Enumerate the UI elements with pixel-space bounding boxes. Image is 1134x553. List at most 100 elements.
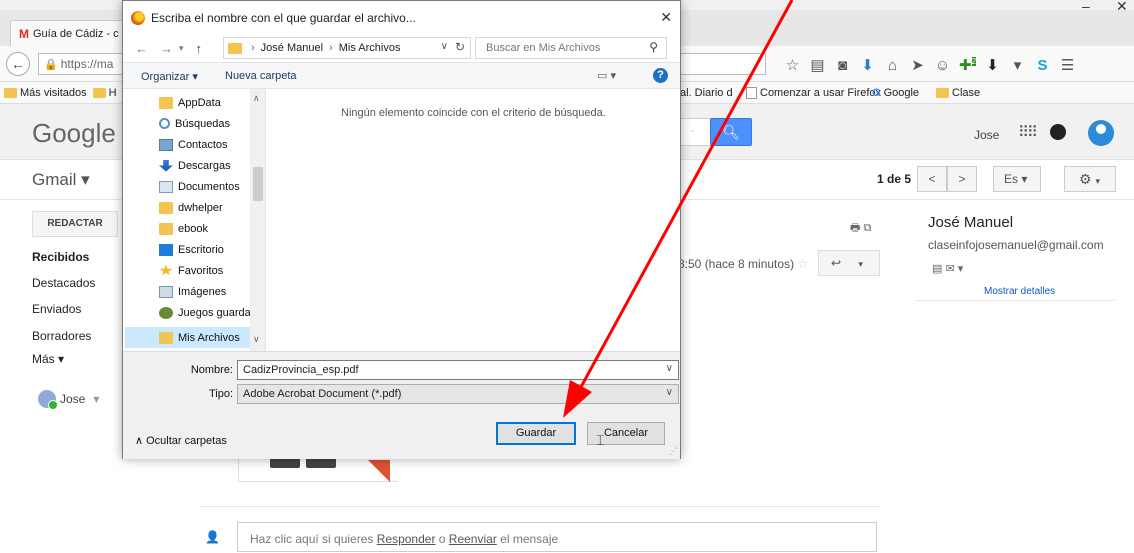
new-folder-button[interactable]: Nueva carpeta — [225, 70, 297, 82]
close-icon[interactable]: ✕ — [660, 9, 672, 26]
star-icon[interactable]: ☆ — [797, 257, 808, 271]
bookmark-h[interactable]: H — [92, 87, 117, 99]
lock-icon: 🔒 — [44, 58, 58, 71]
gmail-search-input[interactable]: - — [680, 118, 710, 146]
nav-starred[interactable]: Destacados — [32, 276, 95, 290]
nav-inbox[interactable]: Recibidos — [32, 250, 89, 264]
minimize-button[interactable]: – — [1082, 0, 1090, 14]
sender-email: claseinfojosemanuel@gmail.com — [928, 238, 1104, 252]
folder-icon — [159, 222, 173, 235]
organize-button[interactable]: Organizar ▾ — [141, 70, 198, 83]
folder-item[interactable]: AppData — [159, 92, 221, 113]
bookmark-clase[interactable]: Clase — [936, 87, 980, 99]
nav-more[interactable]: Más ▾ — [32, 352, 64, 366]
folder-item[interactable]: Descargas — [159, 155, 231, 176]
nav-sent[interactable]: Enviados — [32, 302, 81, 316]
folder-item[interactable]: Favoritos — [159, 260, 223, 281]
up-arrow-icon[interactable]: ↑ — [196, 41, 203, 56]
folder-item[interactable]: Búsquedas — [159, 113, 230, 134]
compose-button[interactable]: REDACTAR — [32, 211, 118, 237]
chevron-down-icon[interactable]: ∨ — [666, 363, 673, 374]
reply-prompt-prefix: Haz clic aquí si quieres — [250, 532, 377, 546]
folder-label: dwhelper — [178, 201, 223, 214]
apps-grid-icon[interactable]: ⠿⠿ — [1018, 123, 1038, 141]
download-arrow-icon[interactable]: ⬇ — [855, 56, 880, 74]
menu-icon[interactable]: ☰ — [1055, 56, 1080, 74]
scrollbar-thumb[interactable] — [253, 167, 263, 201]
bookmark-diario[interactable]: al. Diario d — [680, 87, 733, 99]
settings-button[interactable]: ⚙ ▾ — [1064, 166, 1116, 192]
language-button[interactable]: Es ▾ — [993, 166, 1041, 192]
help-icon[interactable]: ? — [653, 68, 668, 83]
gmail-user-name[interactable]: Jose — [974, 128, 999, 142]
chevron-down-icon[interactable]: ∨ — [253, 334, 260, 345]
extension-badge-icon[interactable]: ✚2 — [955, 56, 980, 74]
folder-icon — [936, 87, 949, 98]
sender-actions-icon[interactable]: ▤ ✉ ▾ — [932, 262, 963, 275]
games-icon — [159, 306, 173, 319]
gmail-menu-label[interactable]: Gmail ▾ — [32, 170, 90, 190]
bookmark-mas-visitados[interactable]: Más visitados — [4, 87, 87, 99]
home-icon[interactable]: ⌂ — [880, 57, 905, 74]
window-close-button[interactable]: ✕ — [1116, 0, 1128, 15]
refresh-icon[interactable]: ↻ — [455, 40, 465, 54]
print-icon[interactable]: 🖶 ⧉ — [850, 219, 871, 238]
folder-item[interactable]: Escritorio — [159, 239, 224, 260]
bookmark-comenzar-firefox[interactable]: Comenzar a usar Firefox — [746, 86, 881, 99]
chevron-down-icon: ▾ — [1095, 176, 1100, 186]
chat-icon[interactable]: ☺ — [930, 57, 955, 74]
gmail-search-button[interactable]: 🔍︎ — [710, 118, 752, 146]
next-page-button[interactable]: > — [947, 166, 977, 192]
folder-item[interactable]: Imágenes — [159, 281, 226, 302]
browser-tab-gmail[interactable]: M Guía de Cádiz - c — [10, 20, 130, 46]
folder-item[interactable]: ebook — [159, 218, 208, 239]
star-icon[interactable]: ☆ — [780, 56, 805, 74]
back-arrow-icon[interactable]: ← — [6, 52, 30, 76]
folder-item[interactable]: Documentos — [159, 176, 240, 197]
google-logo[interactable]: Google — [32, 118, 116, 149]
dialog-search-input[interactable]: Buscar en Mis Archivos ⚲ — [475, 37, 667, 59]
chevron-up-icon[interactable]: ∧ — [253, 93, 260, 104]
filename-input[interactable]: CadizProvincia_esp.pdf ∨ — [237, 360, 679, 380]
breadcrumb-item[interactable]: José Manuel — [261, 42, 323, 54]
reader-icon[interactable]: ▤ — [805, 56, 830, 74]
back-arrow-icon[interactable]: ← — [135, 41, 148, 56]
overflow-chevron-icon[interactable]: ▾ — [1005, 56, 1030, 74]
save-button[interactable]: Guardar — [496, 422, 576, 445]
notifications-icon[interactable] — [1050, 124, 1066, 140]
send-icon[interactable]: ➤ — [905, 56, 930, 74]
bookmark-google[interactable]: G Google — [872, 87, 919, 99]
folder-tree-scrollbar[interactable]: ∧ ∨ — [250, 89, 265, 351]
folder-item[interactable]: Contactos — [159, 134, 228, 155]
avatar[interactable] — [1088, 120, 1114, 146]
filetype-select[interactable]: Adobe Acrobat Document (*.pdf) ∨ — [237, 384, 679, 404]
bookmark-label: Más visitados — [20, 86, 87, 99]
breadcrumb-item[interactable]: Mis Archivos — [339, 42, 401, 54]
divider — [915, 300, 1115, 301]
url-bar-end[interactable] — [676, 53, 766, 75]
download-icon[interactable]: ⬇ — [980, 56, 1005, 74]
chevron-down-icon[interactable]: ▾ — [179, 43, 184, 54]
resize-grip-icon[interactable]: ⋰ — [669, 446, 678, 457]
nav-drafts[interactable]: Borradores — [32, 329, 91, 343]
folder-item[interactable]: Juegos guarda — [159, 302, 251, 323]
chevron-down-icon[interactable]: ∨ — [666, 387, 673, 398]
hide-folders-toggle[interactable]: ∧ Ocultar carpetas — [135, 434, 227, 447]
reply-link[interactable]: Responder — [377, 532, 436, 546]
prev-page-button[interactable]: < — [917, 166, 947, 192]
reply-prompt-box[interactable]: Haz clic aquí si quieres Responder o Ree… — [237, 522, 877, 552]
show-details-link[interactable]: Mostrar detalles — [984, 286, 1055, 297]
skype-icon[interactable]: S — [1030, 57, 1055, 74]
view-options-icon[interactable]: ▭ ▾ — [597, 69, 616, 82]
folder-label: Mis Archivos — [178, 331, 240, 344]
forward-link[interactable]: Reenviar — [449, 532, 497, 546]
forward-arrow-icon[interactable]: → — [160, 41, 173, 56]
breadcrumb[interactable]: › José Manuel › Mis Archivos ∨ ↻ — [223, 37, 471, 59]
pocket-icon[interactable]: ◙ — [830, 57, 855, 74]
folder-item-selected[interactable]: Mis Archivos — [125, 327, 250, 348]
url-bar[interactable]: 🔒 https://ma — [38, 53, 128, 75]
chevron-down-icon[interactable]: ∨ — [441, 41, 448, 52]
folder-item[interactable]: dwhelper — [159, 197, 223, 218]
chat-user[interactable]: Jose ▾ — [38, 390, 99, 410]
reply-button[interactable]: ↩ ▾ — [818, 250, 880, 276]
